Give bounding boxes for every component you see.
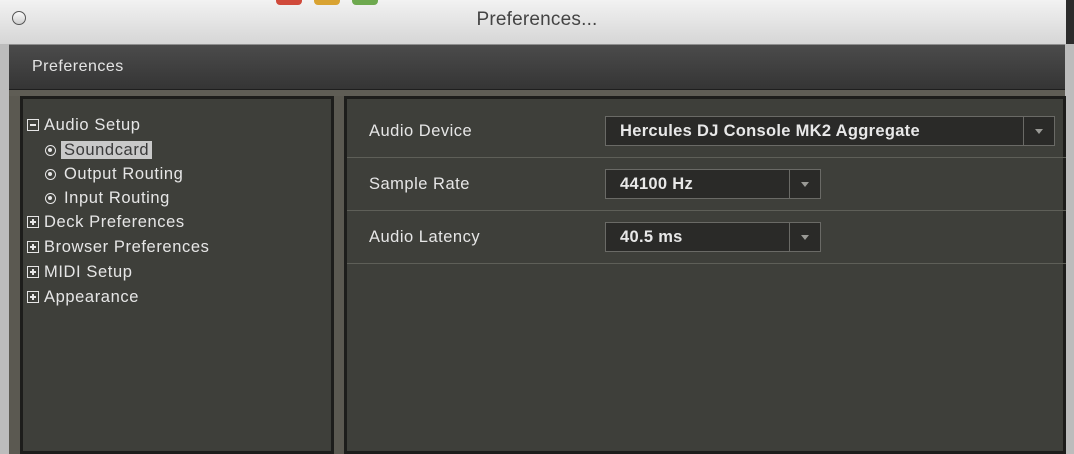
plus-box-icon[interactable] bbox=[27, 241, 39, 253]
sample-rate-value: 44100 Hz bbox=[620, 175, 694, 193]
tree-item-soundcard[interactable]: Soundcard bbox=[27, 138, 331, 162]
chevron-down-icon[interactable] bbox=[1023, 117, 1054, 145]
window-frame-left bbox=[0, 44, 9, 454]
audio-device-row: Audio Device Hercules DJ Console MK2 Agg… bbox=[347, 105, 1066, 158]
close-button[interactable] bbox=[276, 0, 302, 5]
audio-latency-row: Audio Latency 40.5 ms bbox=[347, 211, 1066, 264]
tree-item-label: Output Routing bbox=[64, 165, 184, 183]
plus-box-icon[interactable] bbox=[27, 266, 39, 278]
audio-device-value: Hercules DJ Console MK2 Aggregate bbox=[620, 122, 920, 140]
tree-item-label: Input Routing bbox=[64, 189, 170, 207]
chevron-down-icon[interactable] bbox=[789, 223, 820, 251]
minimize-button[interactable] bbox=[314, 0, 340, 5]
plus-box-icon[interactable] bbox=[27, 291, 39, 303]
audio-device-select[interactable]: Hercules DJ Console MK2 Aggregate bbox=[605, 116, 1055, 146]
zoom-button[interactable] bbox=[352, 0, 378, 5]
tree-item-output-routing[interactable]: Output Routing bbox=[27, 162, 331, 186]
radio-icon bbox=[45, 145, 56, 156]
radio-icon bbox=[45, 169, 56, 180]
tree-item-label: Soundcard bbox=[61, 141, 153, 159]
window-title: Preferences... bbox=[476, 9, 598, 30]
tree-item-input-routing[interactable]: Input Routing bbox=[27, 186, 331, 210]
minus-box-icon[interactable] bbox=[27, 119, 39, 131]
preferences-tree: Audio Setup Soundcard Output Routing Inp… bbox=[20, 96, 334, 454]
sample-rate-row: Sample Rate 44100 Hz bbox=[347, 158, 1066, 211]
tree-item-label: MIDI Setup bbox=[44, 263, 133, 281]
tree-item-label: Appearance bbox=[44, 288, 139, 306]
chevron-down-icon[interactable] bbox=[789, 170, 820, 198]
title-bar: Preferences... bbox=[0, 0, 1074, 45]
tree-item-label: Browser Preferences bbox=[44, 238, 210, 256]
tree-item-deck-preferences[interactable]: Deck Preferences bbox=[27, 210, 331, 235]
audio-device-label: Audio Device bbox=[369, 122, 473, 140]
tree-item-label: Audio Setup bbox=[44, 116, 141, 134]
tree-item-appearance[interactable]: Appearance bbox=[27, 285, 331, 310]
tree-item-midi-setup[interactable]: MIDI Setup bbox=[27, 260, 331, 285]
sample-rate-label: Sample Rate bbox=[369, 175, 470, 193]
window-frame-right bbox=[1065, 44, 1074, 454]
plus-box-icon[interactable] bbox=[27, 216, 39, 228]
audio-latency-label: Audio Latency bbox=[369, 228, 481, 246]
tree-item-browser-preferences[interactable]: Browser Preferences bbox=[27, 235, 331, 260]
soundcard-settings-panel: Audio Device Hercules DJ Console MK2 Agg… bbox=[344, 96, 1066, 454]
title-bar-edge bbox=[1066, 0, 1074, 44]
tree-item-audio-setup[interactable]: Audio Setup bbox=[27, 113, 331, 138]
audio-latency-select[interactable]: 40.5 ms bbox=[605, 222, 821, 252]
tree-item-label: Deck Preferences bbox=[44, 213, 185, 231]
header-title: Preferences bbox=[32, 58, 124, 75]
sample-rate-select[interactable]: 44100 Hz bbox=[605, 169, 821, 199]
audio-latency-value: 40.5 ms bbox=[620, 228, 683, 246]
preferences-header: Preferences bbox=[9, 45, 1065, 90]
radio-icon bbox=[45, 193, 56, 204]
